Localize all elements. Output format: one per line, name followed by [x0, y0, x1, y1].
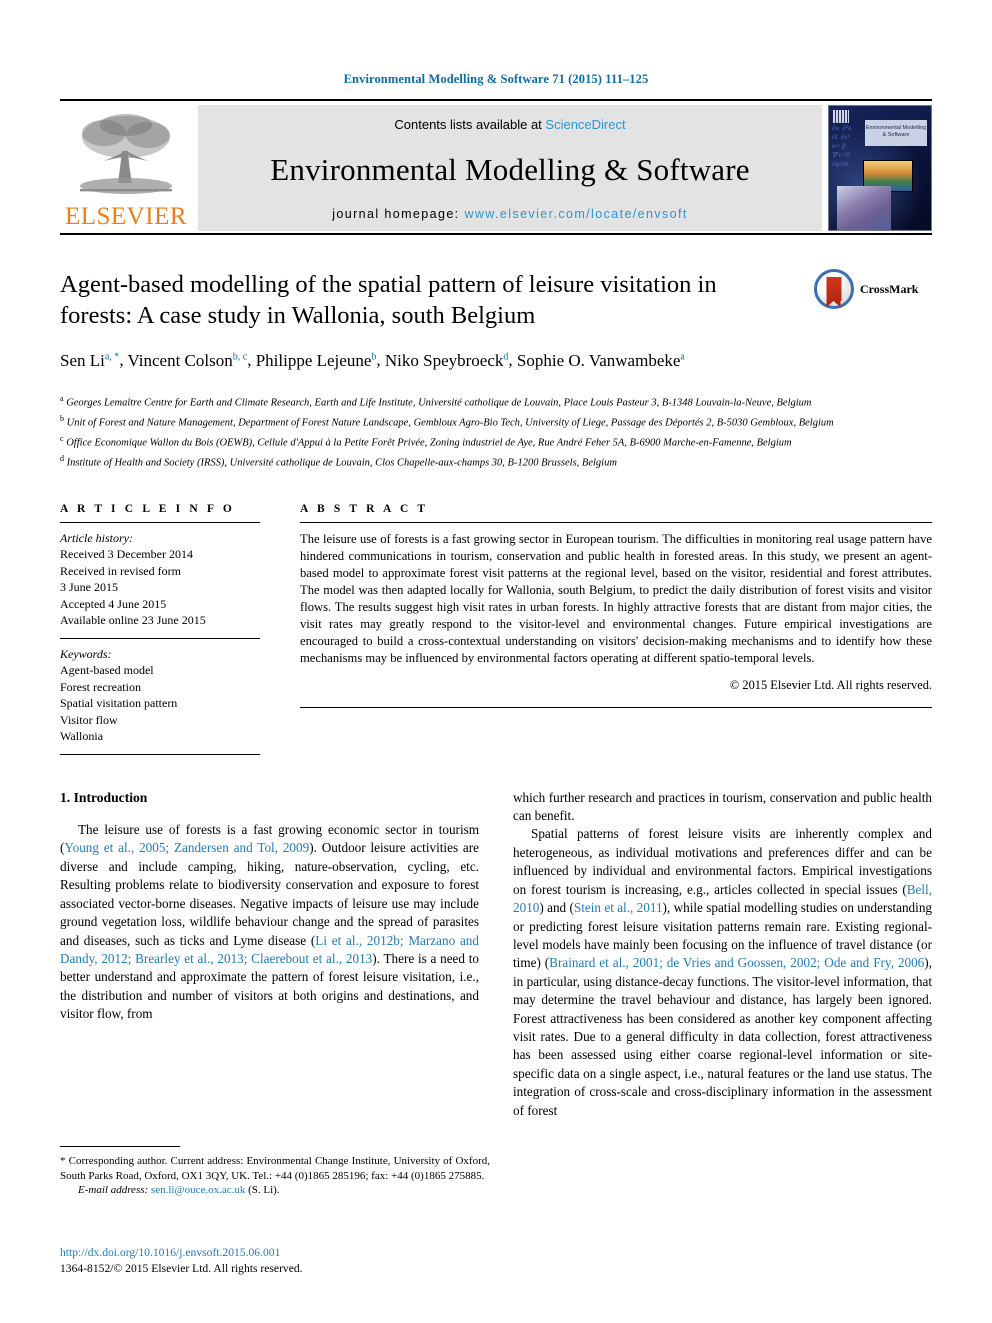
keywords-block: Keywords: Agent-based model Forest recre…	[60, 639, 260, 754]
contents-list-line: Contents lists available at ScienceDirec…	[394, 117, 625, 132]
abstract-copyright: © 2015 Elsevier Ltd. All rights reserved…	[729, 677, 932, 692]
body-columns: 1. Introduction The leisure use of fores…	[60, 789, 932, 1120]
affiliation-c: c Office Economique Wallon du Bois (OEWB…	[60, 431, 932, 451]
abstract-heading: A B S T R A C T	[300, 502, 429, 515]
citation-young-zandersen[interactable]: Young et al., 2005; Zandersen and Tol, 2…	[64, 840, 309, 855]
citation-stein-2011[interactable]: Stein et al., 2011	[574, 900, 663, 915]
intro-left-text-b: ). Outdoor leisure activities are divers…	[60, 840, 479, 948]
affiliation-a-text: Georges Lemaître Centre for Earth and Cl…	[66, 397, 812, 409]
body-column-right: which further research and practices in …	[513, 789, 932, 1120]
affiliation-a: a Georges Lemaître Centre for Earth and …	[60, 391, 932, 411]
affiliation-c-text: Office Economique Wallon du Bois (OEWB),…	[66, 437, 792, 449]
elsevier-tree-icon	[80, 114, 172, 194]
sciencedirect-link[interactable]: ScienceDirect	[545, 117, 625, 132]
title-area: Agent-based modelling of the spatial pat…	[60, 269, 932, 373]
footer-doi-block: http://dx.doi.org/10.1016/j.envsoft.2015…	[60, 1245, 303, 1276]
abstract-rule-bottom	[300, 706, 932, 708]
paper-page: Environmental Modelling & Software 71 (2…	[0, 0, 992, 1323]
affiliation-a-marker: a	[60, 393, 64, 403]
author-2: Vincent Colsonb, c	[127, 350, 248, 370]
author-1-affil: a, *	[104, 351, 120, 362]
affiliation-b-text: Unit of Forest and Nature Management, De…	[66, 417, 834, 429]
affiliation-d-text: Institute of Health and Society (IRSS), …	[66, 457, 617, 469]
author-5-affil: a	[680, 351, 685, 362]
elsevier-wordmark: ELSEVIER	[64, 203, 188, 230]
keyword-3: Visitor flow	[60, 712, 118, 727]
homepage-link[interactable]: www.elsevier.com/locate/envsoft	[464, 207, 687, 221]
journal-title: Environmental Modelling & Software	[270, 151, 750, 187]
author-list: Sen Lia, *, Vincent Colsonb, c, Philippe…	[60, 350, 685, 370]
intro-paragraph-right-1: which further research and practices in …	[513, 789, 932, 824]
section-heading-introduction: 1. Introduction	[60, 789, 148, 805]
author-3-affil: b	[371, 351, 377, 362]
author-4: Niko Speybroeckd	[384, 350, 509, 370]
crossmark-badge[interactable]: CrossMark	[814, 269, 932, 309]
journal-cover-thumbnail: ∂u ∂²u ∂t ∂x² α+ β ∇·v=0 ∂φ/∂n Environme…	[828, 105, 932, 231]
article-history-label: Article history:	[60, 530, 133, 545]
elsevier-logo: ELSEVIER	[60, 105, 192, 231]
cover-image-satellite	[837, 186, 891, 230]
author-4-affil: d	[503, 351, 509, 362]
affiliation-d-marker: d	[60, 453, 64, 463]
running-head: Environmental Modelling & Software 71 (2…	[343, 72, 649, 86]
history-item-1: Received in revised form	[60, 563, 181, 578]
journal-homepage-line: journal homepage: www.elsevier.com/locat…	[332, 207, 688, 221]
author-3: Philippe Lejeuneb	[255, 350, 377, 370]
corresponding-author-footnote: * Corresponding author. Current address:…	[60, 1146, 490, 1198]
article-history-block: Article history: Received 3 December 201…	[60, 523, 260, 638]
history-item-2: 3 June 2015	[60, 580, 118, 595]
affiliation-b: b Unit of Forest and Nature Management, …	[60, 411, 932, 431]
journal-masthead: ELSEVIER Contents lists available at Sci…	[60, 99, 932, 235]
abstract-text: The leisure use of forests is a fast gro…	[300, 531, 932, 665]
corresponding-author-text: * Corresponding author. Current address:…	[60, 1155, 490, 1182]
body-column-left: 1. Introduction The leisure use of fores…	[60, 789, 479, 1120]
journal-banner: Contents lists available at ScienceDirec…	[198, 105, 822, 231]
keywords-label: Keywords:	[60, 646, 112, 661]
citation-brainard-devries-ode[interactable]: Brainard et al., 2001; de Vries and Goos…	[549, 955, 924, 970]
cover-elsevier-icon	[833, 110, 849, 123]
email-suffix: (S. Li).	[245, 1184, 280, 1197]
keyword-2: Spatial visitation pattern	[60, 696, 178, 711]
crossmark-icon	[814, 269, 854, 309]
email-line: E-mail address: sen.li@ouce.ox.ac.uk (S.…	[60, 1183, 490, 1198]
affiliations: a Georges Lemaître Centre for Earth and …	[60, 391, 932, 471]
author-5: Sophie O. Vanwambekea	[516, 350, 685, 370]
keyword-1: Forest recreation	[60, 679, 141, 694]
email-link[interactable]: sen.li@ouce.ox.ac.uk	[151, 1184, 245, 1196]
article-info-rule-bottom	[60, 753, 260, 755]
info-abstract-section: A R T I C L E I N F O Article history: R…	[60, 503, 932, 755]
intro-right-text-b: ) and (	[539, 900, 574, 916]
intro-paragraph-left: The leisure use of forests is a fast gro…	[60, 821, 479, 1023]
crossmark-label: CrossMark	[860, 281, 919, 296]
keyword-0: Agent-based model	[60, 663, 154, 678]
article-info-column: A R T I C L E I N F O Article history: R…	[60, 503, 260, 755]
history-item-0: Received 3 December 2014	[60, 547, 193, 562]
page-title: Agent-based modelling of the spatial pat…	[60, 271, 717, 329]
author-2-affil: b, c	[232, 351, 248, 362]
issn-copyright: 1364-8152/© 2015 Elsevier Ltd. All right…	[60, 1261, 303, 1275]
affiliation-d: d Institute of Health and Society (IRSS)…	[60, 451, 932, 471]
article-info-heading: A R T I C L E I N F O	[60, 502, 235, 515]
email-label: E-mail address:	[78, 1184, 151, 1197]
affiliation-b-marker: b	[60, 413, 64, 423]
footnote-rule	[60, 1146, 180, 1147]
intro-paragraph-right-2: Spatial patterns of forest leisure visit…	[513, 825, 932, 1120]
keyword-4: Wallonia	[60, 729, 104, 744]
cover-equations: ∂u ∂²u ∂t ∂x² α+ β ∇·v=0 ∂φ/∂n	[832, 124, 852, 168]
contents-prefix: Contents lists available at	[394, 117, 546, 132]
intro-right-text-a: Spatial patterns of forest leisure visit…	[513, 826, 932, 897]
doi-link[interactable]: http://dx.doi.org/10.1016/j.envsoft.2015…	[60, 1245, 303, 1261]
affiliation-c-marker: c	[60, 433, 64, 443]
abstract-column: A B S T R A C T The leisure use of fores…	[300, 503, 932, 755]
homepage-prefix: journal homepage:	[332, 207, 465, 221]
history-item-3: Accepted 4 June 2015	[60, 596, 167, 611]
intro-right-text-d: ), in particular, using distance-decay f…	[513, 955, 932, 1118]
cover-title: Environmental Modelling & Software	[865, 120, 927, 146]
history-item-4: Available online 23 June 2015	[60, 613, 206, 628]
author-1: Sen Lia, *	[60, 350, 120, 370]
crossmark-ribbon-icon	[826, 277, 842, 307]
